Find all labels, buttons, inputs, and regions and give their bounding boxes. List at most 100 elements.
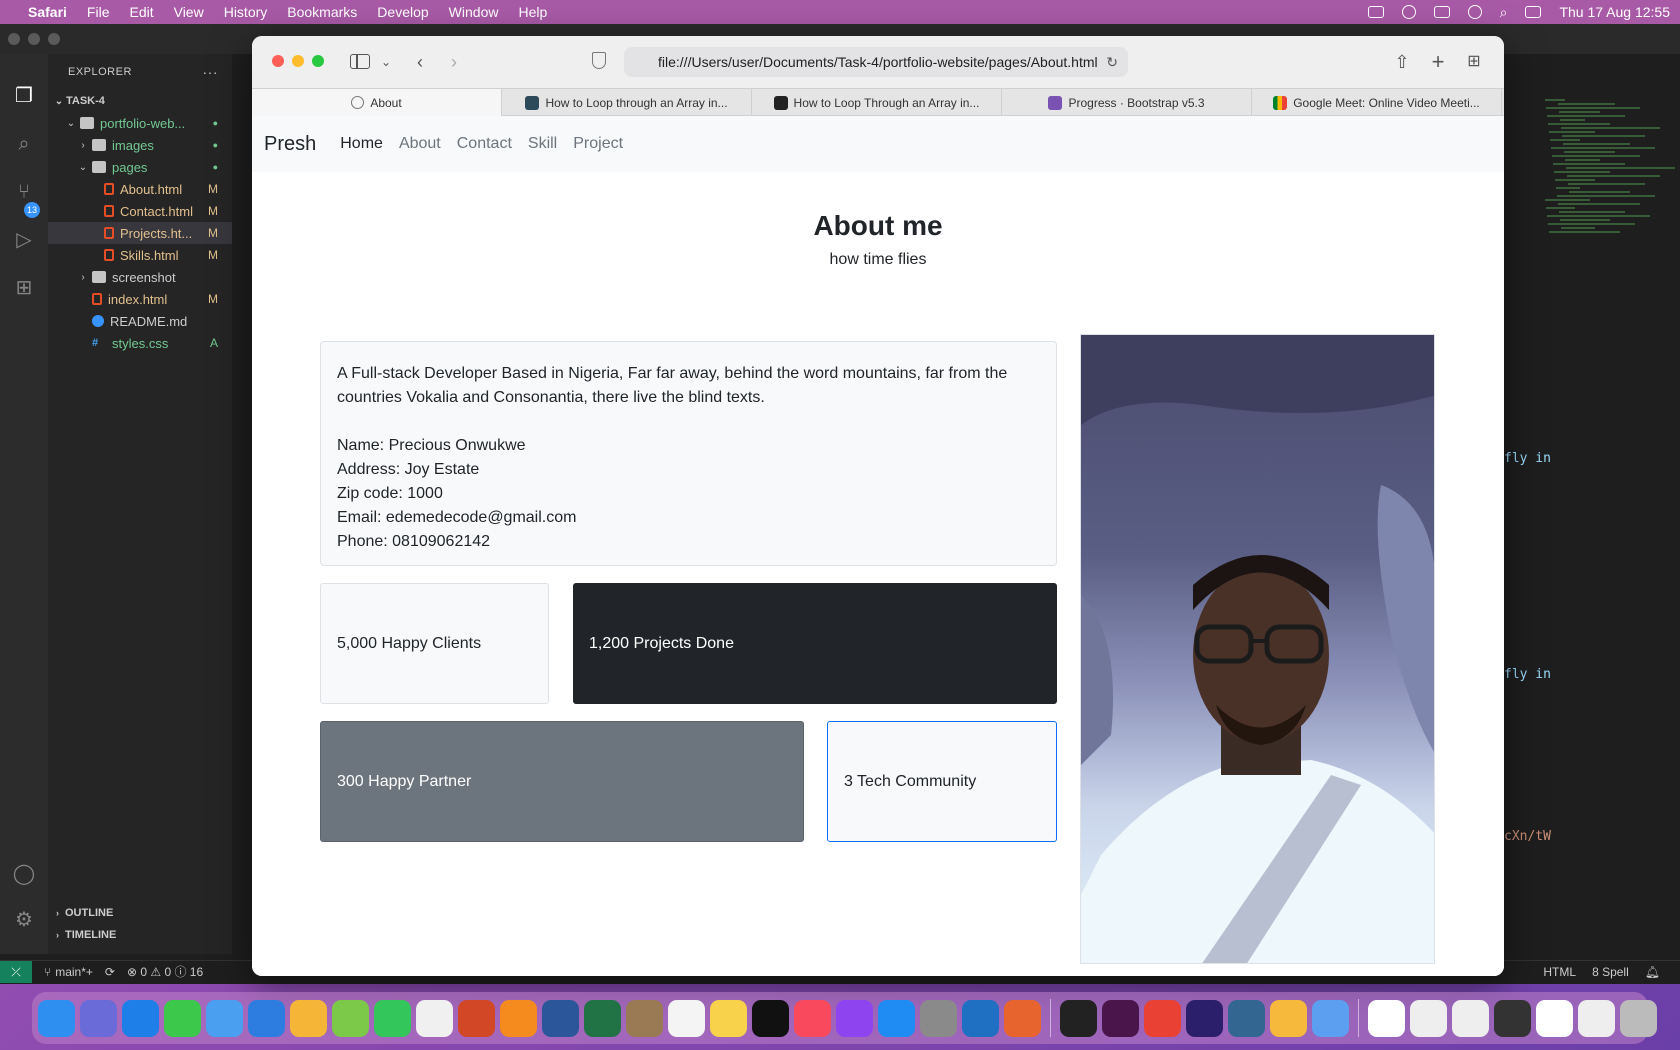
run-debug-icon[interactable]: ▷ bbox=[12, 228, 36, 252]
tree-item[interactable]: index.html M bbox=[48, 288, 232, 310]
language-mode[interactable]: HTML bbox=[1543, 965, 1576, 979]
tree-item[interactable]: Contact.html M bbox=[48, 200, 232, 222]
browser-tab[interactable]: How to Loop through an Array in... bbox=[502, 89, 752, 116]
extensions-icon[interactable]: ⊞ bbox=[12, 276, 36, 300]
new-tab-button[interactable]: + bbox=[1426, 50, 1450, 74]
dock-app-icon[interactable] bbox=[80, 999, 117, 1037]
close-button[interactable] bbox=[272, 55, 284, 67]
nav-home[interactable]: Home bbox=[340, 135, 383, 153]
nav-about[interactable]: About bbox=[399, 135, 441, 153]
dock-app-icon[interactable] bbox=[836, 999, 873, 1037]
git-branch[interactable]: main*+ bbox=[55, 965, 93, 979]
back-button[interactable]: ‹ bbox=[408, 50, 432, 74]
timeline-section[interactable]: › TIMELINE bbox=[48, 924, 232, 946]
account-icon[interactable]: ◯ bbox=[12, 862, 36, 886]
dock-app-icon[interactable] bbox=[668, 999, 705, 1037]
settings-gear-icon[interactable]: ⚙ bbox=[12, 908, 36, 932]
dock-app-icon[interactable] bbox=[794, 999, 831, 1037]
share-button[interactable]: ⇧ bbox=[1390, 50, 1414, 74]
outline-section[interactable]: › OUTLINE bbox=[48, 902, 232, 924]
dock-app-icon[interactable] bbox=[1620, 999, 1657, 1037]
vscode-minimize-button[interactable] bbox=[28, 33, 40, 45]
control-center-icon[interactable] bbox=[1525, 6, 1542, 18]
tree-item[interactable]: About.html M bbox=[48, 178, 232, 200]
dock-app-icon[interactable] bbox=[542, 999, 579, 1037]
menu-help[interactable]: Help bbox=[518, 4, 547, 20]
dock-app-icon[interactable] bbox=[1186, 999, 1223, 1037]
dock-app-icon[interactable] bbox=[1494, 999, 1531, 1037]
menu-edit[interactable]: Edit bbox=[129, 4, 153, 20]
privacy-shield-icon[interactable] bbox=[592, 52, 606, 69]
tree-item[interactable]: ⌄ pages ● bbox=[48, 156, 232, 178]
workspace-root[interactable]: ⌄ TASK-4 bbox=[48, 90, 232, 112]
reload-icon[interactable]: ↻ bbox=[1106, 47, 1118, 77]
zoom-button[interactable] bbox=[312, 55, 324, 67]
browser-tab[interactable]: About bbox=[252, 89, 502, 116]
dock-app-icon[interactable] bbox=[1004, 999, 1041, 1037]
tree-item[interactable]: › images ● bbox=[48, 134, 232, 156]
vscode-zoom-button[interactable] bbox=[48, 33, 60, 45]
menu-develop[interactable]: Develop bbox=[377, 4, 428, 20]
dock-app-icon[interactable] bbox=[920, 999, 957, 1037]
battery-icon[interactable] bbox=[1367, 6, 1384, 18]
tree-item[interactable]: ⌄ portfolio-web... ● bbox=[48, 112, 232, 134]
dock-app-icon[interactable] bbox=[1578, 999, 1615, 1037]
spell-check-status[interactable]: 8 Spell bbox=[1592, 965, 1629, 979]
dock-app-icon[interactable] bbox=[1312, 999, 1349, 1037]
dock-app-icon[interactable] bbox=[1270, 999, 1307, 1037]
tree-item[interactable]: Projects.ht... M bbox=[48, 222, 232, 244]
dock-app-icon[interactable] bbox=[500, 999, 537, 1037]
tree-item[interactable]: Skills.html M bbox=[48, 244, 232, 266]
notifications-bell-icon[interactable]: 🔔︎ bbox=[1645, 965, 1660, 979]
tree-item[interactable]: › screenshot bbox=[48, 266, 232, 288]
dock-app-icon[interactable] bbox=[584, 999, 621, 1037]
dock-app-icon[interactable] bbox=[1102, 999, 1139, 1037]
problems-count[interactable]: ⊗ 0 ⚠ 0 ⓘ 16 bbox=[127, 963, 203, 980]
menu-view[interactable]: View bbox=[174, 4, 204, 20]
storage-icon[interactable] bbox=[1433, 6, 1450, 18]
tree-item[interactable]: README.md bbox=[48, 310, 232, 332]
dock-app-icon[interactable] bbox=[458, 999, 495, 1037]
menu-clock[interactable]: Thu 17 Aug 12:55 bbox=[1559, 4, 1670, 20]
editor-minimap[interactable] bbox=[1545, 99, 1675, 259]
dock-app-icon[interactable] bbox=[164, 999, 201, 1037]
explorer-icon[interactable]: ❐ bbox=[12, 84, 36, 108]
dock-app-icon[interactable] bbox=[626, 999, 663, 1037]
editor-text-fragment[interactable]: fly in bbox=[1504, 451, 1551, 466]
source-control-icon[interactable]: ⑂ bbox=[12, 180, 36, 204]
browser-tab[interactable]: Progress · Bootstrap v5.3 bbox=[1002, 89, 1252, 116]
forward-button[interactable]: › bbox=[442, 50, 466, 74]
menu-window[interactable]: Window bbox=[449, 4, 499, 20]
nav-skill[interactable]: Skill bbox=[528, 135, 557, 153]
menu-bookmarks[interactable]: Bookmarks bbox=[287, 4, 357, 20]
dock-app-icon[interactable] bbox=[290, 999, 327, 1037]
remote-indicator-icon[interactable]: ⤫ bbox=[0, 960, 32, 983]
tree-item[interactable]: # styles.css A bbox=[48, 332, 232, 354]
menu-file[interactable]: File bbox=[87, 4, 110, 20]
nav-project[interactable]: Project bbox=[573, 135, 623, 153]
dock-app-icon[interactable] bbox=[962, 999, 999, 1037]
site-brand[interactable]: Presh bbox=[264, 133, 316, 156]
chevron-down-icon[interactable]: ⌄ bbox=[374, 50, 398, 74]
menu-app-name[interactable]: Safari bbox=[28, 4, 67, 20]
dock-app-icon[interactable] bbox=[1368, 999, 1405, 1037]
dock-app-icon[interactable] bbox=[1228, 999, 1265, 1037]
editor-text-fragment[interactable]: fly in bbox=[1504, 667, 1551, 682]
dock-app-icon[interactable] bbox=[206, 999, 243, 1037]
dock-app-icon[interactable] bbox=[374, 999, 411, 1037]
spotlight-search-icon[interactable]: ⌕ bbox=[1500, 4, 1508, 21]
dock-app-icon[interactable] bbox=[122, 999, 159, 1037]
more-actions-icon[interactable]: ··· bbox=[203, 64, 219, 80]
address-bar[interactable]: file:///Users/user/Documents/Task-4/port… bbox=[624, 47, 1128, 77]
dock-app-icon[interactable] bbox=[878, 999, 915, 1037]
nav-contact[interactable]: Contact bbox=[457, 135, 512, 153]
dock-app-icon[interactable] bbox=[710, 999, 747, 1037]
sync-icon[interactable]: ⟳ bbox=[105, 965, 115, 979]
dock-app-icon[interactable] bbox=[1452, 999, 1489, 1037]
dock-app-icon[interactable] bbox=[1144, 999, 1181, 1037]
link-icon[interactable] bbox=[1401, 5, 1416, 19]
dock-app-icon[interactable] bbox=[752, 999, 789, 1037]
editor-text-fragment[interactable]: cXn/tW bbox=[1504, 829, 1551, 844]
dock-app-icon[interactable] bbox=[38, 999, 75, 1037]
browser-tab[interactable]: How to Loop Through an Array in... bbox=[752, 89, 1002, 116]
